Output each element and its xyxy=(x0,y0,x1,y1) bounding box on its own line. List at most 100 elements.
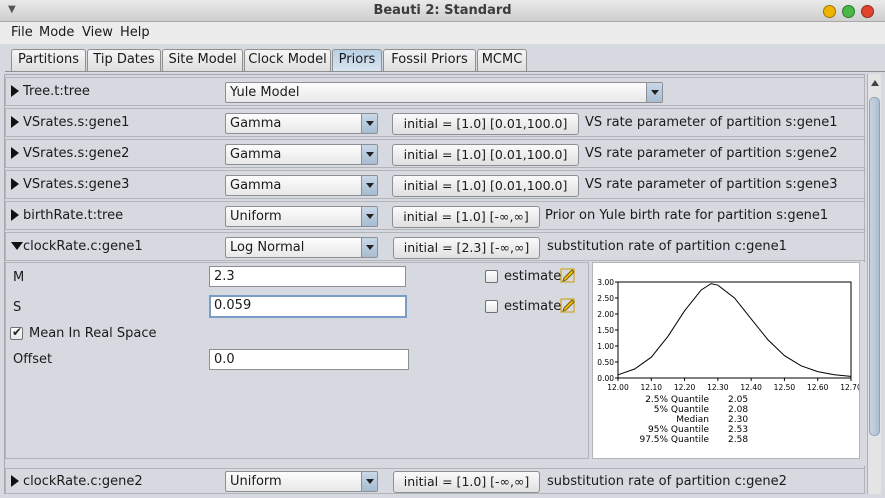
x-tick-label: 12.30 xyxy=(707,383,729,392)
m-label: M xyxy=(13,270,25,285)
chevron-down-icon xyxy=(361,472,377,491)
title-bar: ▼ Beauti 2: Standard xyxy=(0,0,885,22)
offset-label: Offset xyxy=(13,352,53,367)
menu-help[interactable]: Help xyxy=(120,25,150,40)
parameter-panel: M 2.3 estimate S 0.059 estimate Mean In … xyxy=(5,262,589,459)
prior-description: substitution rate of partition c:gene2 xyxy=(547,474,787,489)
distribution-select[interactable]: Gamma xyxy=(225,144,378,165)
priors-panel: Tree.t:tree Yule Model VSrates.s:gene1 G… xyxy=(4,74,865,494)
s-estimate-checkbox[interactable] xyxy=(485,300,498,313)
pencil-icon[interactable] xyxy=(560,298,576,314)
distribution-select[interactable]: Yule Model xyxy=(225,82,663,103)
expand-triangle-icon[interactable] xyxy=(11,475,19,487)
prior-name: VSrates.s:gene1 xyxy=(23,115,130,130)
chevron-down-icon xyxy=(361,114,377,133)
quantile-label: 95% Quantile xyxy=(648,425,709,435)
quantile-label: 97.5% Quantile xyxy=(639,435,709,445)
y-tick-label: 2.50 xyxy=(597,294,614,303)
initial-value-button[interactable]: initial = [1.0] [-∞,∞] xyxy=(392,206,540,228)
scroll-thumb[interactable] xyxy=(869,97,880,436)
menu-file[interactable]: File xyxy=(11,25,33,40)
tab-mcmc[interactable]: MCMC xyxy=(477,49,527,71)
window-title: Beauti 2: Standard xyxy=(373,3,512,18)
prior-description: Prior on Yule birth rate for partition s… xyxy=(545,208,829,223)
prior-description: substitution rate of partition c:gene1 xyxy=(547,239,787,254)
distribution-select[interactable]: Log Normal xyxy=(225,237,378,258)
prior-row: clockRate.c:gene2 Uniform initial = [1.0… xyxy=(5,468,865,494)
tab-tip-dates[interactable]: Tip Dates xyxy=(87,49,161,71)
x-tick-label: 12.00 xyxy=(607,383,629,392)
initial-value-button[interactable]: initial = [2.3] [-∞,∞] xyxy=(393,237,540,259)
expand-triangle-icon[interactable] xyxy=(11,178,19,190)
expand-triangle-icon[interactable] xyxy=(11,147,19,159)
quantile-value: 2.05 xyxy=(728,395,748,405)
prior-row: VSrates.s:gene3 Gamma initial = [1.0] [0… xyxy=(5,170,865,199)
menu-view[interactable]: View xyxy=(82,25,113,40)
tab-clock-model[interactable]: Clock Model xyxy=(244,49,331,71)
x-tick-label: 12.20 xyxy=(674,383,696,392)
prior-row: clockRate.c:gene1 Log Normal initial = [… xyxy=(5,232,865,261)
maximize-button[interactable] xyxy=(842,5,855,18)
distribution-select[interactable]: Gamma xyxy=(225,113,378,134)
mean-in-real-space-label: Mean In Real Space xyxy=(29,326,157,341)
y-tick-label: 3.00 xyxy=(597,278,614,287)
m-estimate-checkbox[interactable] xyxy=(485,270,498,283)
prior-row: birthRate.t:tree Uniform initial = [1.0]… xyxy=(5,201,865,230)
x-tick-label: 12.10 xyxy=(641,383,663,392)
pencil-icon[interactable] xyxy=(560,268,576,284)
quantile-label: 5% Quantile xyxy=(654,405,710,415)
mean-in-real-space-checkbox[interactable] xyxy=(10,325,23,340)
tab-bar: Partitions Tip Dates Site Model Clock Mo… xyxy=(0,44,885,72)
minimize-button[interactable] xyxy=(823,5,836,18)
expand-triangle-icon[interactable] xyxy=(11,209,19,221)
m-input[interactable]: 2.3 xyxy=(209,266,406,287)
estimate-label: estimate xyxy=(504,269,562,284)
close-button[interactable] xyxy=(861,5,874,18)
initial-value-button[interactable]: initial = [1.0] [0.01,100.0] xyxy=(392,175,579,197)
quantile-value: 2.58 xyxy=(728,435,748,445)
distribution-select[interactable]: Uniform xyxy=(225,206,378,227)
tab-partitions[interactable]: Partitions xyxy=(11,49,86,71)
prior-row: Tree.t:tree Yule Model xyxy=(5,77,865,106)
vertical-scrollbar[interactable] xyxy=(867,74,881,494)
expand-triangle-icon[interactable] xyxy=(11,116,19,128)
quantile-label: 2.5% Quantile xyxy=(645,395,709,405)
scroll-up-icon[interactable] xyxy=(871,80,879,86)
prior-name: VSrates.s:gene2 xyxy=(23,146,130,161)
collapse-triangle-icon[interactable] xyxy=(11,242,23,250)
initial-value-button[interactable]: initial = [1.0] [-∞,∞] xyxy=(393,471,540,493)
s-label: S xyxy=(13,300,22,315)
prior-name: clockRate.c:gene2 xyxy=(23,474,143,489)
offset-input[interactable]: 0.0 xyxy=(209,349,409,370)
s-input[interactable]: 0.059 xyxy=(209,295,407,318)
quantile-value: 2.08 xyxy=(728,405,748,415)
quantile-label: Median xyxy=(676,415,709,425)
distribution-select[interactable]: Gamma xyxy=(225,175,378,196)
prior-row: VSrates.s:gene1 Gamma initial = [1.0] [0… xyxy=(5,108,865,137)
tab-site-model[interactable]: Site Model xyxy=(162,49,243,71)
tab-fossil-priors[interactable]: Fossil Priors xyxy=(383,49,476,71)
density-chart: 0.00 0.50 1.00 1.50 2.00 2.50 3.00 12.00 12.10 12… xyxy=(597,278,862,445)
chevron-down-icon xyxy=(361,207,377,226)
tab-priors[interactable]: Priors xyxy=(332,49,382,71)
chevron-down-icon xyxy=(646,83,662,102)
prior-description: VS rate parameter of partition s:gene3 xyxy=(585,177,838,192)
tab-divider xyxy=(5,71,885,72)
chevron-down-icon xyxy=(361,238,377,257)
prior-row: VSrates.s:gene2 Gamma initial = [1.0] [0… xyxy=(5,139,865,168)
chevron-down-icon xyxy=(361,176,377,195)
x-tick-label: 12.70 xyxy=(840,383,859,392)
prior-description: VS rate parameter of partition s:gene1 xyxy=(585,115,838,130)
initial-value-button[interactable]: initial = [1.0] [0.01,100.0] xyxy=(392,144,579,166)
y-tick-label: 2.00 xyxy=(597,310,614,319)
expand-triangle-icon[interactable] xyxy=(11,85,19,97)
prior-description: VS rate parameter of partition s:gene2 xyxy=(585,146,838,161)
prior-name: VSrates.s:gene3 xyxy=(23,177,130,192)
x-tick-label: 12.60 xyxy=(807,383,829,392)
y-tick-label: 0.00 xyxy=(597,374,614,383)
x-tick-label: 12.40 xyxy=(740,383,762,392)
menu-mode[interactable]: Mode xyxy=(39,25,74,40)
initial-value-button[interactable]: initial = [1.0] [0.01,100.0] xyxy=(392,113,579,135)
prior-name: Tree.t:tree xyxy=(23,84,90,99)
distribution-select[interactable]: Uniform xyxy=(225,471,378,492)
